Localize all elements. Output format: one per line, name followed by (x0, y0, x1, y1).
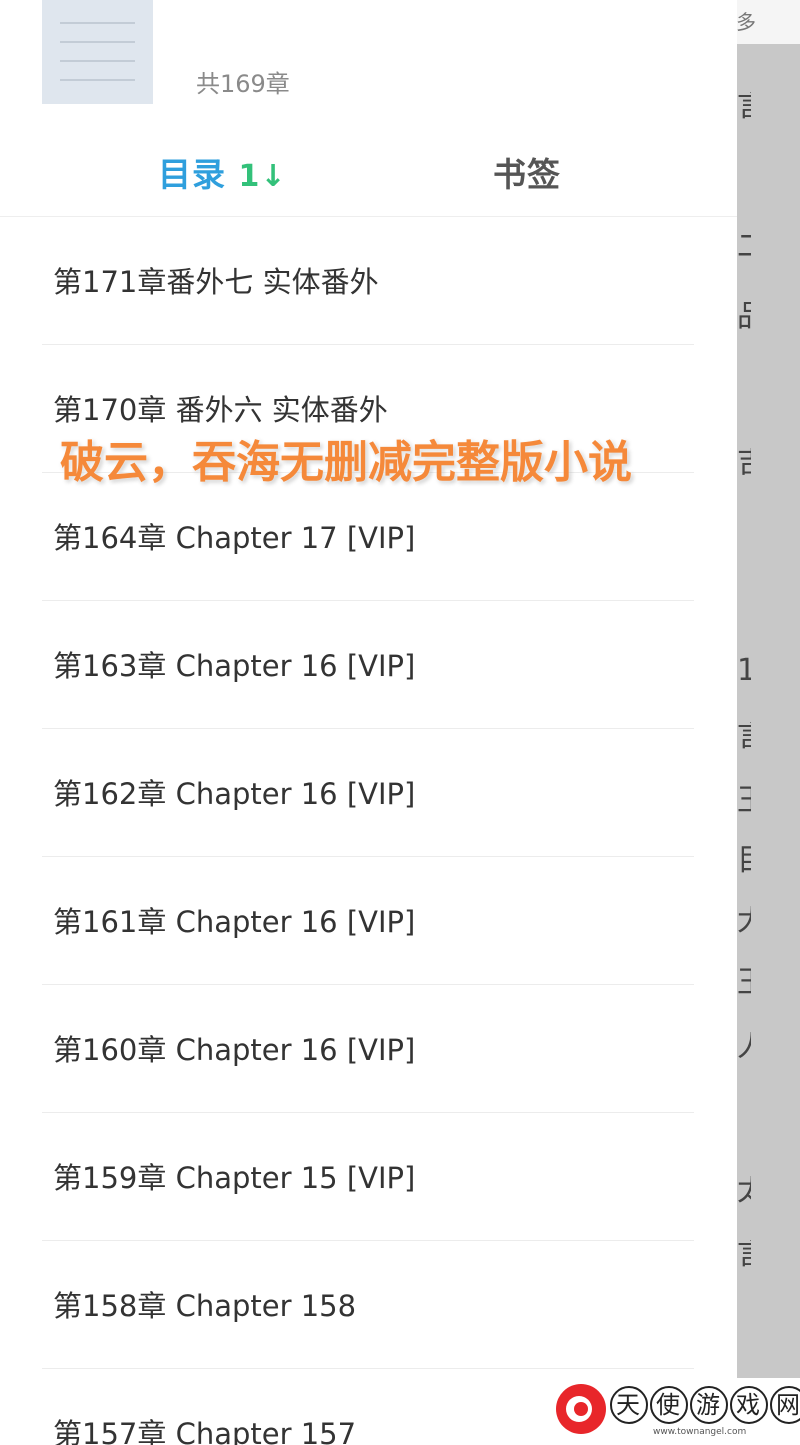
reader-glyph: 1 (737, 656, 751, 686)
chapter-item[interactable]: 第163章 Chapter 16 [VIP] (0, 601, 737, 729)
chapter-item[interactable]: 第164章 Chapter 17 [VIP] (0, 473, 737, 601)
book-cover-image[interactable] (42, 0, 153, 104)
reader-glyph: 二 (737, 232, 751, 262)
chapter-title: 第170章 番外六 实体番外 (53, 393, 388, 427)
watermark-brand: 天使游戏网 (610, 1386, 800, 1424)
watermark-char: 天 (610, 1386, 648, 1424)
overlay-banner-text: 破云，吞海无删减完整版小说 (60, 437, 632, 488)
site-logo-icon (556, 1384, 606, 1434)
chapter-title: 第160章 Chapter 16 [VIP] (53, 1033, 416, 1067)
chapter-item[interactable]: 第160章 Chapter 16 [VIP] (0, 985, 737, 1113)
chapter-item[interactable]: 第171章番外七 实体番外 (0, 217, 737, 345)
tab-toc-label: 目录 (158, 155, 226, 194)
reader-glyph: 王 (737, 786, 751, 816)
site-watermark: 天使游戏网 www.townangel.com (548, 1378, 800, 1445)
chapter-title: 第164章 Chapter 17 [VIP] (53, 521, 416, 555)
chapter-count: 共169章 (196, 70, 290, 98)
chapter-item[interactable]: 第161章 Chapter 16 [VIP] (0, 857, 737, 985)
reader-glyph: 太 (737, 1176, 751, 1206)
chapter-item[interactable]: 第162章 Chapter 16 [VIP] (0, 729, 737, 857)
watermark-char: 网 (770, 1386, 800, 1424)
reader-glyph: 言 (737, 1240, 751, 1270)
chapter-title: 第163章 Chapter 16 [VIP] (53, 649, 416, 683)
chapter-title: 第158章 Chapter 158 (53, 1289, 357, 1323)
reader-glyph: 人 (737, 1032, 751, 1062)
chapter-title: 第157章 Chapter 157 (53, 1417, 357, 1445)
reader-glyph: 言 (737, 722, 751, 752)
reader-glyph: 王 (737, 968, 751, 998)
cover-line (60, 41, 135, 43)
tab-table-of-contents[interactable]: 目录 1↓ (158, 148, 287, 196)
reader-more-label[interactable]: 多 (736, 6, 756, 35)
watermark-char: 游 (690, 1386, 728, 1424)
reader-glyph: 吉 (737, 448, 751, 478)
chapter-list: 第171章番外七 实体番外 第170章 番外六 实体番外 第164章 Chapt… (0, 217, 737, 1445)
chapter-title: 第162章 Chapter 16 [VIP] (53, 777, 416, 811)
cover-line (60, 79, 135, 81)
tab-bookmarks-label: 书签 (493, 155, 561, 194)
chapter-item[interactable]: 第158章 Chapter 158 (0, 1241, 737, 1369)
reader-glyph: 品 (737, 302, 751, 332)
chapter-title: 第159章 Chapter 15 [VIP] (53, 1161, 416, 1195)
chapter-title: 第171章番外七 实体番外 (53, 265, 379, 299)
cover-line (60, 22, 135, 24)
reader-glyph: 大 (737, 906, 751, 936)
chapter-title: 第161章 Chapter 16 [VIP] (53, 905, 416, 939)
toc-drawer: 共169章 目录 1↓ 书签 第171章番外七 实体番外 第170章 番外六 实… (0, 0, 737, 1445)
tab-bookmarks[interactable]: 书签 (493, 148, 561, 196)
sort-order-icon[interactable]: 1↓ (239, 159, 287, 194)
reader-glyph: 言 (737, 92, 751, 122)
watermark-char: 使 (650, 1386, 688, 1424)
watermark-char: 戏 (730, 1386, 768, 1424)
cover-line (60, 60, 135, 62)
reader-glyph: 目 (737, 846, 751, 876)
watermark-url: www.townangel.com (653, 1427, 747, 1437)
logo-core (574, 1402, 588, 1416)
chapter-item[interactable]: 第159章 Chapter 15 [VIP] (0, 1113, 737, 1241)
